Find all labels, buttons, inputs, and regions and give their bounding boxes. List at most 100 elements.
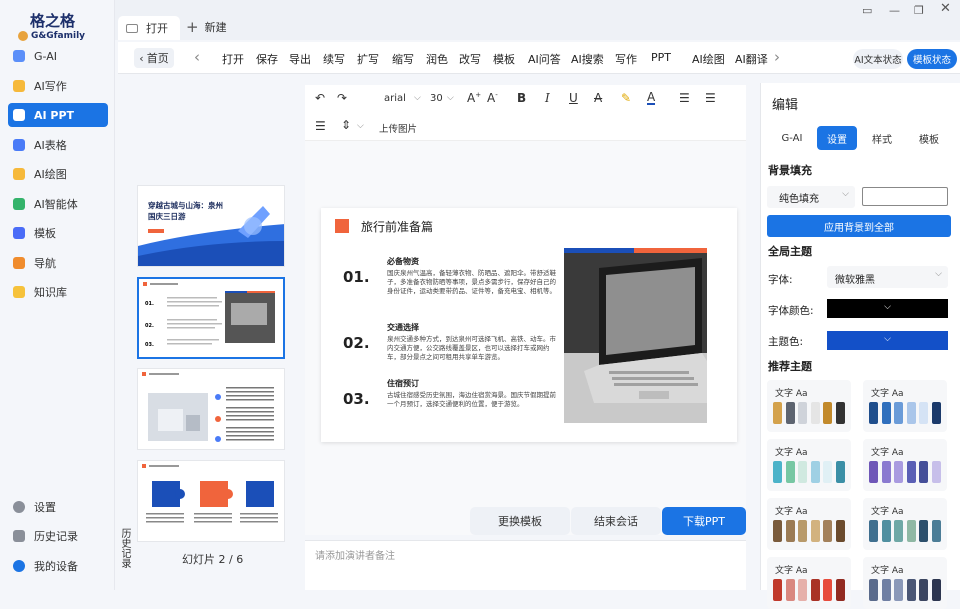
- align-center-icon[interactable]: ☰: [705, 91, 716, 105]
- font-grow-icon[interactable]: A+: [467, 91, 481, 105]
- sidebar-item-1[interactable]: AI写作: [8, 74, 108, 98]
- line-spacing-icon[interactable]: ⇕: [341, 118, 351, 132]
- sidebar-item-0[interactable]: G-AI: [8, 44, 108, 68]
- slide-thumb-4[interactable]: [137, 460, 285, 542]
- tab-open[interactable]: 打开: [118, 16, 180, 40]
- toolbar-item[interactable]: 润色: [426, 51, 448, 67]
- history-vertical-tab[interactable]: 历史记录: [118, 528, 130, 568]
- scroll-right-icon[interactable]: ›: [774, 48, 780, 66]
- theme-card[interactable]: 文字 Aa: [767, 439, 851, 491]
- toolbar-item[interactable]: AI翻译: [735, 51, 768, 67]
- theme-card[interactable]: 文字 Aa: [767, 380, 851, 432]
- section-heading: 住宿预订: [387, 379, 419, 388]
- sidebar-item-7[interactable]: 导航: [8, 251, 108, 275]
- restore-icon[interactable]: ❐: [914, 4, 924, 17]
- scroll-left-icon[interactable]: ‹: [194, 48, 200, 66]
- toolbar-item[interactable]: 保存: [256, 51, 278, 67]
- toolbar-item[interactable]: 导出: [289, 51, 311, 67]
- theme-card[interactable]: 文字 Aa: [863, 380, 947, 432]
- toolbar-item[interactable]: 缩写: [392, 51, 414, 67]
- end-session-button[interactable]: 结束会话: [571, 507, 661, 535]
- font-select[interactable]: arial: [384, 93, 406, 104]
- theme-card[interactable]: 文字 Aa: [863, 557, 947, 609]
- toolbar-item[interactable]: 续写: [323, 51, 345, 67]
- toolbar-item[interactable]: 扩写: [357, 51, 379, 67]
- font-select[interactable]: 微软雅黑 ⌵: [827, 266, 948, 288]
- underline-icon[interactable]: U: [569, 91, 578, 105]
- toolbar-item[interactable]: PPT: [651, 51, 671, 64]
- ai-text-status[interactable]: AI文本状态: [853, 49, 903, 69]
- slide-canvas[interactable]: 旅行前准备篇 01. 必备物资 国庆泉州气温高，备轻薄衣物、防晒品、遮阳伞。带舒适鞋…: [321, 208, 737, 442]
- feedback-icon[interactable]: ▭: [862, 4, 872, 17]
- theme-swatch: [881, 579, 891, 601]
- theme-card[interactable]: 文字 Aa: [863, 498, 947, 550]
- minimize-icon[interactable]: —: [889, 4, 900, 17]
- toolbar-item[interactable]: 打开: [222, 51, 244, 67]
- section-heading: 交通选择: [387, 323, 419, 332]
- theme-swatch: [835, 579, 845, 601]
- highlight-icon[interactable]: ✎: [621, 91, 631, 105]
- align-right-icon[interactable]: ☰: [315, 119, 326, 133]
- toolbar-item[interactable]: 改写: [459, 51, 481, 67]
- theme-card[interactable]: 文字 Aa: [767, 498, 851, 550]
- upload-image-button[interactable]: 上传图片: [379, 121, 417, 135]
- sidebar-item-devices[interactable]: 我的设备: [8, 554, 108, 578]
- apply-bg-button[interactable]: 应用背景到全部: [767, 215, 951, 237]
- close-icon[interactable]: ✕: [940, 1, 951, 16]
- fill-color-input[interactable]: [862, 187, 948, 206]
- sidebar-item-6[interactable]: 模板: [8, 221, 108, 245]
- align-left-icon[interactable]: ☰: [679, 91, 690, 105]
- sidebar-item-5[interactable]: AI智能体: [8, 192, 108, 216]
- change-template-button[interactable]: 更换模板: [470, 507, 570, 535]
- sidebar-item-history[interactable]: 历史记录: [8, 524, 108, 548]
- font-color-picker[interactable]: ⌵: [827, 299, 948, 318]
- italic-icon[interactable]: I: [545, 91, 550, 105]
- toolbar-item[interactable]: AI搜索: [571, 51, 604, 67]
- font-shrink-icon[interactable]: A-: [487, 91, 498, 105]
- panel-title: 编辑: [772, 98, 799, 113]
- speaker-notes[interactable]: 请添加演讲者备注: [305, 540, 746, 590]
- sidebar-item-3[interactable]: AI表格: [8, 133, 108, 157]
- font-color-icon[interactable]: A: [647, 91, 656, 105]
- theme-swatch: [869, 579, 878, 601]
- recommended-themes-heading: 推荐主题: [768, 360, 812, 373]
- panel-tab[interactable]: G-AI: [772, 126, 812, 150]
- theme-swatch: [894, 579, 903, 601]
- toolbar-item[interactable]: 写作: [615, 51, 637, 67]
- theme-swatch: [919, 520, 928, 542]
- sidebar-item-4[interactable]: AI绘图: [8, 162, 108, 186]
- theme-swatch: [835, 520, 845, 542]
- panel-tab[interactable]: 设置: [817, 126, 857, 150]
- sidebar-item-label: 我的设备: [34, 560, 78, 573]
- theme-swatch: [931, 461, 941, 483]
- gear-icon: [13, 501, 25, 513]
- fill-type-select[interactable]: 纯色填充 ⌵: [767, 186, 855, 208]
- sidebar-item-2[interactable]: AI PPT: [8, 103, 108, 127]
- main-toolbar: ‹ 首页 ‹ 打开 保存 导出 续写 扩写 缩写 润色 改写 模板 AI问答 AI搜索 写作 PPT AI绘…: [118, 42, 960, 74]
- download-ppt-button[interactable]: 下载PPT: [662, 507, 746, 535]
- slide-thumb-3[interactable]: [137, 368, 285, 450]
- panel-tab[interactable]: 样式: [862, 126, 902, 150]
- template-status[interactable]: 模板状态: [907, 49, 957, 69]
- sidebar-item-settings[interactable]: 设置: [8, 495, 108, 519]
- theme-swatch: [773, 579, 782, 601]
- bold-icon[interactable]: B: [517, 91, 526, 105]
- undo-icon[interactable]: ↶: [315, 91, 325, 105]
- theme-swatch: [931, 402, 941, 424]
- strikethrough-icon[interactable]: A: [594, 91, 602, 105]
- toolbar-item[interactable]: 模板: [493, 51, 515, 67]
- slide-thumb-1[interactable]: 穿越古城与山海：泉州国庆三日游: [137, 185, 285, 267]
- toolbar-item[interactable]: AI问答: [528, 51, 561, 67]
- theme-color-picker[interactable]: ⌵: [827, 331, 948, 350]
- font-size-select[interactable]: 30: [430, 93, 443, 104]
- new-tab-button[interactable]: + 新建: [186, 18, 227, 36]
- toolbar-item[interactable]: AI绘图: [692, 51, 725, 67]
- panel-tab[interactable]: 模板: [909, 126, 949, 150]
- sidebar-item-8[interactable]: 知识库: [8, 280, 108, 304]
- theme-card[interactable]: 文字 Aa: [767, 557, 851, 609]
- theme-card[interactable]: 文字 Aa: [863, 439, 947, 491]
- home-button[interactable]: ‹ 首页: [134, 48, 174, 68]
- sidebar-item-label: AI绘图: [34, 168, 67, 181]
- slide-thumb-2[interactable]: 01. 02. 03.: [137, 277, 285, 359]
- redo-icon[interactable]: ↷: [337, 91, 347, 105]
